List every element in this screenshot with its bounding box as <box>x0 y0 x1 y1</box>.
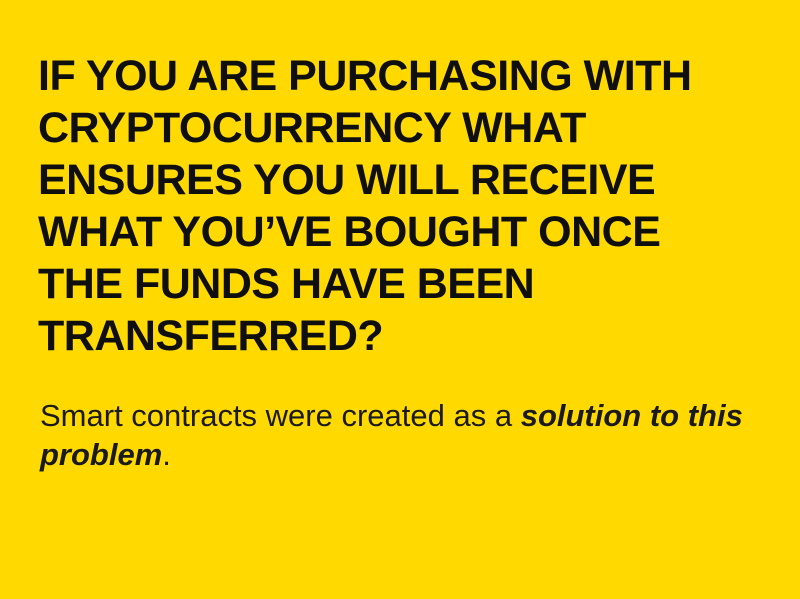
slide: IF YOU ARE PURCHASING WITH CRYPTOCURRENC… <box>0 0 800 599</box>
slide-heading: IF YOU ARE PURCHASING WITH CRYPTOCURRENC… <box>38 50 778 362</box>
body-lead-text: Smart contracts were created as a <box>40 398 521 433</box>
heading-line: THE FUNDS HAVE BEEN <box>38 260 535 308</box>
heading-line: CRYPTOCURRENCY WHAT <box>38 104 586 152</box>
heading-line: ENSURES YOU WILL RECEIVE <box>38 156 656 204</box>
slide-body-text: Smart contracts were created as a soluti… <box>40 396 780 474</box>
heading-line: WHAT YOU’VE BOUGHT ONCE <box>38 208 661 256</box>
heading-line: IF YOU ARE PURCHASING WITH <box>38 52 692 100</box>
heading-line: TRANSFERRED? <box>38 312 384 360</box>
body-trailing-period: . <box>162 437 171 472</box>
